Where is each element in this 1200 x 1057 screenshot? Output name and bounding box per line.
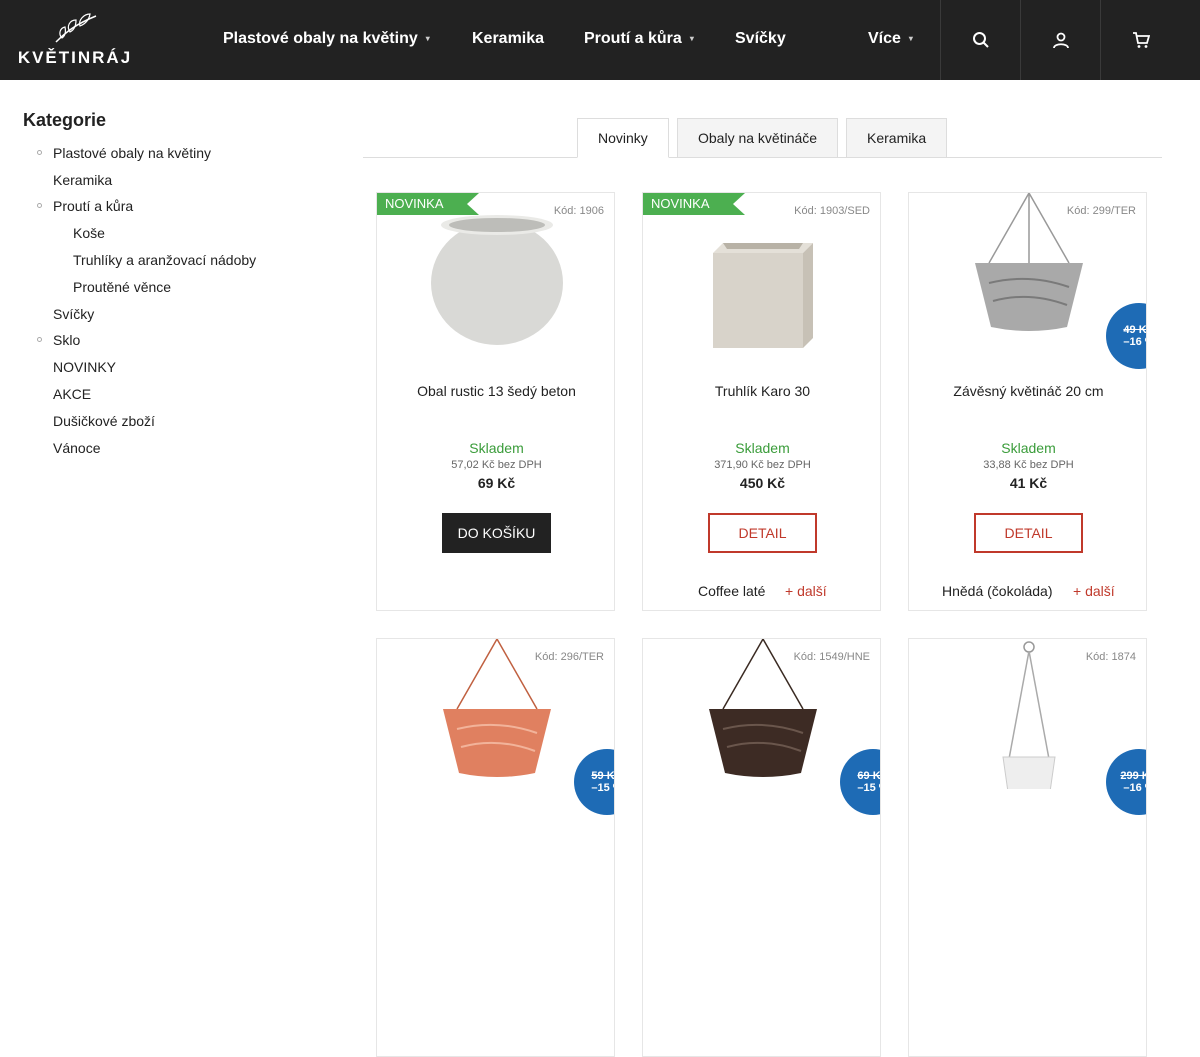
product-name[interactable]: Truhlík Karo 30 — [643, 383, 880, 399]
product-image — [431, 215, 563, 345]
sidebar-item-dusickove-zbozi[interactable]: Dušičkové zboží — [53, 413, 155, 429]
sidebar-item-plastove-obaly[interactable]: Plastové obaly na květiny — [37, 145, 211, 161]
product-name[interactable]: Závěsný květináč 20 cm — [909, 383, 1146, 399]
detail-button[interactable]: DETAIL — [974, 513, 1083, 553]
add-to-cart-button[interactable]: DO KOŠÍKU — [442, 513, 551, 553]
discount-badge: 69 KČ –15 % — [840, 749, 881, 815]
old-price: 299 KČ — [1120, 770, 1146, 782]
nav-item-svicky[interactable]: Svíčky — [735, 30, 786, 48]
tab-novinky[interactable]: Novinky — [577, 118, 669, 158]
discount-percent: –15 % — [591, 782, 614, 794]
variant-label[interactable]: Coffee laté — [698, 583, 765, 599]
user-icon — [1052, 32, 1069, 49]
sidebar-item-vanoce[interactable]: Vánoce — [53, 440, 100, 456]
product-code: Kód: 1906 — [553, 205, 604, 217]
nav-item-prouti-a-kura[interactable]: Proutí a kůra ▾ — [584, 30, 694, 48]
discount-percent: –16 % — [1123, 336, 1146, 348]
search-icon — [972, 32, 989, 48]
new-badge: NOVINKA — [643, 193, 745, 215]
expand-bullet-icon — [37, 150, 42, 155]
product-code: Kód: 1549/HNE — [793, 651, 870, 663]
price-without-vat: 371,90 Kč bez DPH — [714, 459, 811, 471]
expand-bullet-icon — [37, 203, 42, 208]
expand-bullet-icon — [37, 337, 42, 342]
sidebar-item-kose[interactable]: Koše — [73, 225, 105, 241]
product-code: Kód: 1874 — [1085, 651, 1136, 663]
product-card[interactable]: Kód: 299/TER 49 KČ –16 % Závěsný květiná… — [908, 192, 1147, 611]
nav-item-vice[interactable]: Více ▾ — [868, 30, 913, 48]
search-button[interactable] — [940, 0, 1020, 80]
product-card[interactable]: NOVINKA Kód: 1903/SED Truhlík Karo 30 Sk… — [642, 192, 881, 611]
price-without-vat: 33,88 Kč bez DPH — [983, 459, 1074, 471]
tab-keramika[interactable]: Keramika — [846, 118, 948, 158]
sidebar-item-keramika[interactable]: Keramika — [53, 172, 112, 188]
nav-label: Více — [868, 30, 901, 47]
product-code: Kód: 296/TER — [534, 651, 604, 663]
old-price: 69 KČ — [857, 770, 881, 782]
user-button[interactable] — [1020, 0, 1100, 80]
top-navigation-bar: KVĚTINRÁJ Plastové obaly na květiny ▾ Ker… — [0, 0, 1200, 80]
chevron-down-icon: ▾ — [689, 34, 694, 44]
more-variants-link[interactable]: + další — [785, 583, 827, 599]
discount-percent: –15 % — [857, 782, 880, 794]
product-card[interactable]: Kód: 1549/HNE 69 KČ –15 % — [642, 638, 881, 1057]
variant-label[interactable]: Hnědá (čokoláda) — [942, 583, 1053, 599]
nav-label: Proutí a kůra — [584, 30, 682, 47]
leaf-icon — [55, 13, 97, 43]
detail-button[interactable]: DETAIL — [708, 513, 817, 553]
product-price: 41 Kč — [1009, 475, 1048, 491]
stock-status: Skladem — [469, 440, 524, 456]
product-name[interactable]: Obal rustic 13 šedý beton — [377, 383, 614, 399]
sidebar-item-sklo[interactable]: Sklo — [37, 332, 80, 348]
product-image — [713, 243, 813, 348]
more-variants-link[interactable]: + další — [1073, 583, 1115, 599]
product-card[interactable]: Kód: 296/TER 59 KČ –15 % — [376, 638, 615, 1057]
new-badge: NOVINKA — [377, 193, 479, 215]
sidebar-item-prouti-a-kura[interactable]: Proutí a kůra — [37, 198, 133, 214]
product-price: 450 Kč — [739, 475, 786, 491]
site-logo[interactable]: KVĚTINRÁJ — [12, 12, 138, 67]
nav-item-plastove-obaly[interactable]: Plastové obaly na květiny ▾ — [223, 30, 430, 48]
cart-icon — [1132, 32, 1150, 48]
tab-obaly-na-kvetinace[interactable]: Obaly na květináče — [677, 118, 839, 158]
sidebar-item-novinky[interactable]: NOVINKY — [53, 359, 116, 375]
product-price: 69 Kč — [477, 475, 516, 491]
nav-label: Svíčky — [735, 30, 786, 47]
nav-label: Keramika — [472, 30, 545, 47]
discount-badge: 49 KČ –16 % — [1106, 303, 1147, 369]
nav-item-keramika[interactable]: Keramika — [472, 30, 544, 48]
sidebar-item-proutene-vence[interactable]: Proutěné věnce — [73, 279, 171, 295]
product-code: Kód: 1903/SED — [794, 205, 870, 217]
chevron-down-icon: ▾ — [908, 34, 913, 44]
sidebar-item-truhliky[interactable]: Truhlíky a aranžovací nádoby — [73, 252, 256, 268]
price-without-vat: 57,02 Kč bez DPH — [451, 459, 542, 471]
product-card[interactable]: NOVINKA Kód: 1906 Obal rustic 13 šedý be… — [376, 192, 615, 611]
cart-button[interactable] — [1100, 0, 1180, 80]
logo-text: KVĚTINRÁJ — [17, 48, 133, 67]
stock-status: Skladem — [735, 440, 790, 456]
nav-label: Plastové obaly na květiny — [223, 30, 418, 47]
discount-percent: –16 % — [1123, 782, 1146, 794]
sidebar-item-svicky[interactable]: Svíčky — [53, 306, 94, 322]
old-price: 59 KČ — [591, 770, 615, 782]
product-card[interactable]: Kód: 1874 299 KČ –16 % — [908, 638, 1147, 1057]
product-code: Kód: 299/TER — [1066, 205, 1136, 217]
old-price: 49 KČ — [1123, 324, 1147, 336]
sidebar-title: Kategorie — [23, 110, 107, 130]
stock-status: Skladem — [1001, 440, 1056, 456]
discount-badge: 59 KČ –15 % — [574, 749, 615, 815]
chevron-down-icon: ▾ — [425, 34, 430, 44]
discount-badge: 299 KČ –16 % — [1106, 749, 1146, 815]
sidebar-item-akce[interactable]: AKCE — [53, 386, 91, 402]
